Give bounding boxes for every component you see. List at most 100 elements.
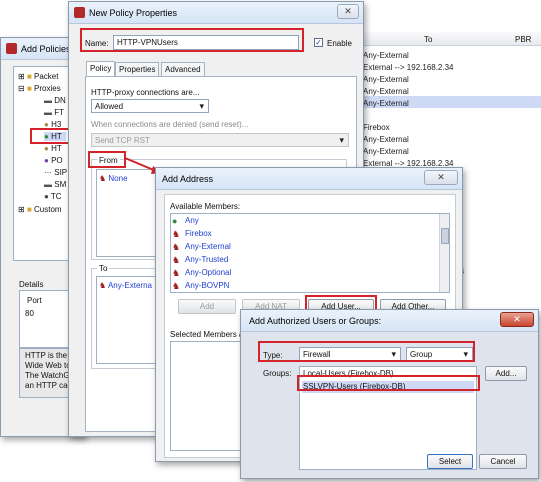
- add-policies-title: Add Policies: [21, 44, 71, 54]
- expand-icon[interactable]: ⊞: [18, 205, 25, 214]
- tree-node-label: PO: [51, 156, 63, 165]
- details-label: Details: [19, 280, 44, 289]
- member-item[interactable]: ♞ Any-Optional: [171, 266, 449, 279]
- member-item[interactable]: ♞ Any-Trusted: [171, 253, 449, 266]
- from-item-label: None: [108, 174, 128, 183]
- bg-col-to[interactable]: To: [424, 35, 432, 44]
- bg-row[interactable]: Any-External: [363, 146, 409, 158]
- bg-col-pbr[interactable]: PBR: [515, 35, 531, 44]
- tab-properties[interactable]: Properties: [115, 62, 160, 76]
- tree-node-proxies[interactable]: ⊟ ■ Proxies: [18, 84, 61, 93]
- enable-checkbox[interactable]: ✓: [314, 38, 323, 47]
- description-line: Wide Web to: [25, 361, 71, 370]
- bg-row[interactable]: Any-External: [363, 98, 409, 110]
- folder-icon: ■: [26, 84, 32, 93]
- close-button[interactable]: ✕: [337, 4, 359, 19]
- bg-row[interactable]: Any-External: [363, 50, 409, 62]
- scrollbar[interactable]: [439, 214, 449, 292]
- to-list-item[interactable]: ♞ Any-Externa: [99, 281, 152, 290]
- auth-users-dialog: Add Authorized Users or Groups: ✕ Type: …: [240, 309, 539, 479]
- tree-node-custom[interactable]: ⊞ ■ Custom: [18, 205, 62, 214]
- group-item[interactable]: Local-Users (Firebox-DB): [303, 369, 394, 378]
- details-port-value: 80: [25, 309, 34, 318]
- auth-users-title: Add Authorized Users or Groups:: [249, 316, 382, 326]
- description-line: The WatchG: [25, 371, 70, 380]
- tree-node-ftp[interactable]: ▬ FT: [44, 108, 64, 117]
- group-item-selected[interactable]: SSLVPN-Users (Firebox-DB): [302, 381, 474, 393]
- add-group-button[interactable]: Add...: [485, 366, 527, 381]
- connections-select[interactable]: Allowed: [91, 99, 209, 113]
- tree-node-https[interactable]: ● HT: [44, 144, 62, 153]
- details-port-header: Port: [27, 296, 42, 305]
- proxy-icon: ●: [44, 156, 49, 165]
- tree-node-dns[interactable]: ▬ DN: [44, 96, 66, 105]
- expand-icon[interactable]: ⊞: [18, 72, 25, 81]
- users-icon: ♞: [99, 174, 107, 183]
- member-label: Any-Trusted: [185, 255, 229, 264]
- tree-node-label: SM: [54, 180, 67, 189]
- tree-node-sip[interactable]: ⋯ SIP: [44, 168, 67, 177]
- tab-policy[interactable]: Policy: [86, 61, 116, 77]
- bg-row[interactable]: Any-External: [363, 86, 409, 98]
- proxy-icon: ▬: [44, 96, 52, 105]
- member-item[interactable]: ♞ Any-BOVPN: [171, 279, 449, 292]
- tree-node-h323[interactable]: ● H3: [44, 120, 61, 129]
- close-icon: ✕: [513, 314, 521, 324]
- tree-node-smtp[interactable]: ▬ SM: [44, 180, 66, 189]
- tree-node-tcp[interactable]: ● TC: [44, 192, 62, 201]
- close-button[interactable]: ✕: [424, 170, 458, 185]
- close-button[interactable]: ✕: [500, 312, 534, 327]
- available-members-label: Available Members:: [170, 202, 241, 211]
- kind-select[interactable]: Group: [406, 347, 473, 362]
- collapse-icon[interactable]: ⊟: [18, 84, 25, 93]
- member-label: Firebox: [185, 229, 212, 238]
- tree-node-label: HT: [51, 144, 62, 153]
- policy-properties-title: New Policy Properties: [89, 8, 178, 18]
- from-list-item[interactable]: ♞ None: [99, 174, 128, 183]
- type-select[interactable]: Firewall: [299, 347, 401, 362]
- proxy-icon: ●: [44, 144, 49, 153]
- folder-icon: ■: [26, 72, 32, 81]
- tree-node-packet[interactable]: ⊞ ■ Packet: [18, 72, 58, 81]
- member-label: Any-BOVPN: [185, 281, 230, 290]
- bg-row[interactable]: Any-External: [363, 134, 409, 146]
- cancel-button[interactable]: Cancel: [479, 454, 527, 469]
- add-address-title: Add Address: [162, 174, 214, 184]
- watchguard-logo-icon: [6, 43, 17, 54]
- bg-row[interactable]: External --> 192.168.2.34: [363, 62, 454, 74]
- proxy-icon: ●: [44, 192, 49, 201]
- tree-node-label: FT: [54, 108, 65, 117]
- name-label: Name:: [85, 39, 109, 48]
- tree-node-label: TC: [50, 192, 62, 201]
- to-label: To: [97, 264, 110, 273]
- watchguard-logo-icon: [74, 7, 85, 18]
- tab-advanced[interactable]: Advanced: [161, 62, 205, 76]
- users-icon: ♞: [99, 281, 107, 290]
- tree-node-label: H3: [51, 120, 62, 129]
- bg-row[interactable]: Firebox: [363, 122, 390, 134]
- enable-label: Enable: [327, 39, 352, 48]
- select-button[interactable]: Select: [427, 454, 473, 469]
- member-item[interactable]: ♞ Any-External: [171, 240, 449, 253]
- policy-name-input[interactable]: HTTP-VPNUsers: [113, 35, 299, 50]
- tree-node-http-selected[interactable]: ● HT: [44, 132, 66, 141]
- tree-node-pop3[interactable]: ● PO: [44, 156, 63, 165]
- proxy-icon: ▬: [44, 180, 52, 189]
- from-label: From: [97, 156, 120, 165]
- proxy-icon: ▬: [44, 108, 52, 117]
- bg-row[interactable]: Any-External: [363, 74, 409, 86]
- denied-select[interactable]: Send TCP RST: [91, 133, 349, 147]
- member-item[interactable]: ♞ Firebox: [171, 227, 449, 240]
- proxy-icon: ⋯: [44, 168, 52, 177]
- available-members-list[interactable]: ● Any ♞ Firebox ♞ Any-External ♞ Any-Trusted…: [170, 213, 450, 293]
- tree-node-label: Packet: [34, 72, 59, 81]
- add-button[interactable]: Add: [178, 299, 236, 314]
- type-label: Type:: [263, 351, 283, 360]
- description-line: an HTTP cac: [25, 381, 72, 390]
- connections-label: HTTP-proxy connections are...: [91, 88, 200, 97]
- selected-members-label: Selected Members a: [170, 330, 244, 339]
- member-item[interactable]: ● Any: [171, 214, 449, 227]
- tree-node-label: SIP: [54, 168, 68, 177]
- scroll-thumb[interactable]: [441, 228, 449, 244]
- tree-node-label: DN: [54, 96, 66, 105]
